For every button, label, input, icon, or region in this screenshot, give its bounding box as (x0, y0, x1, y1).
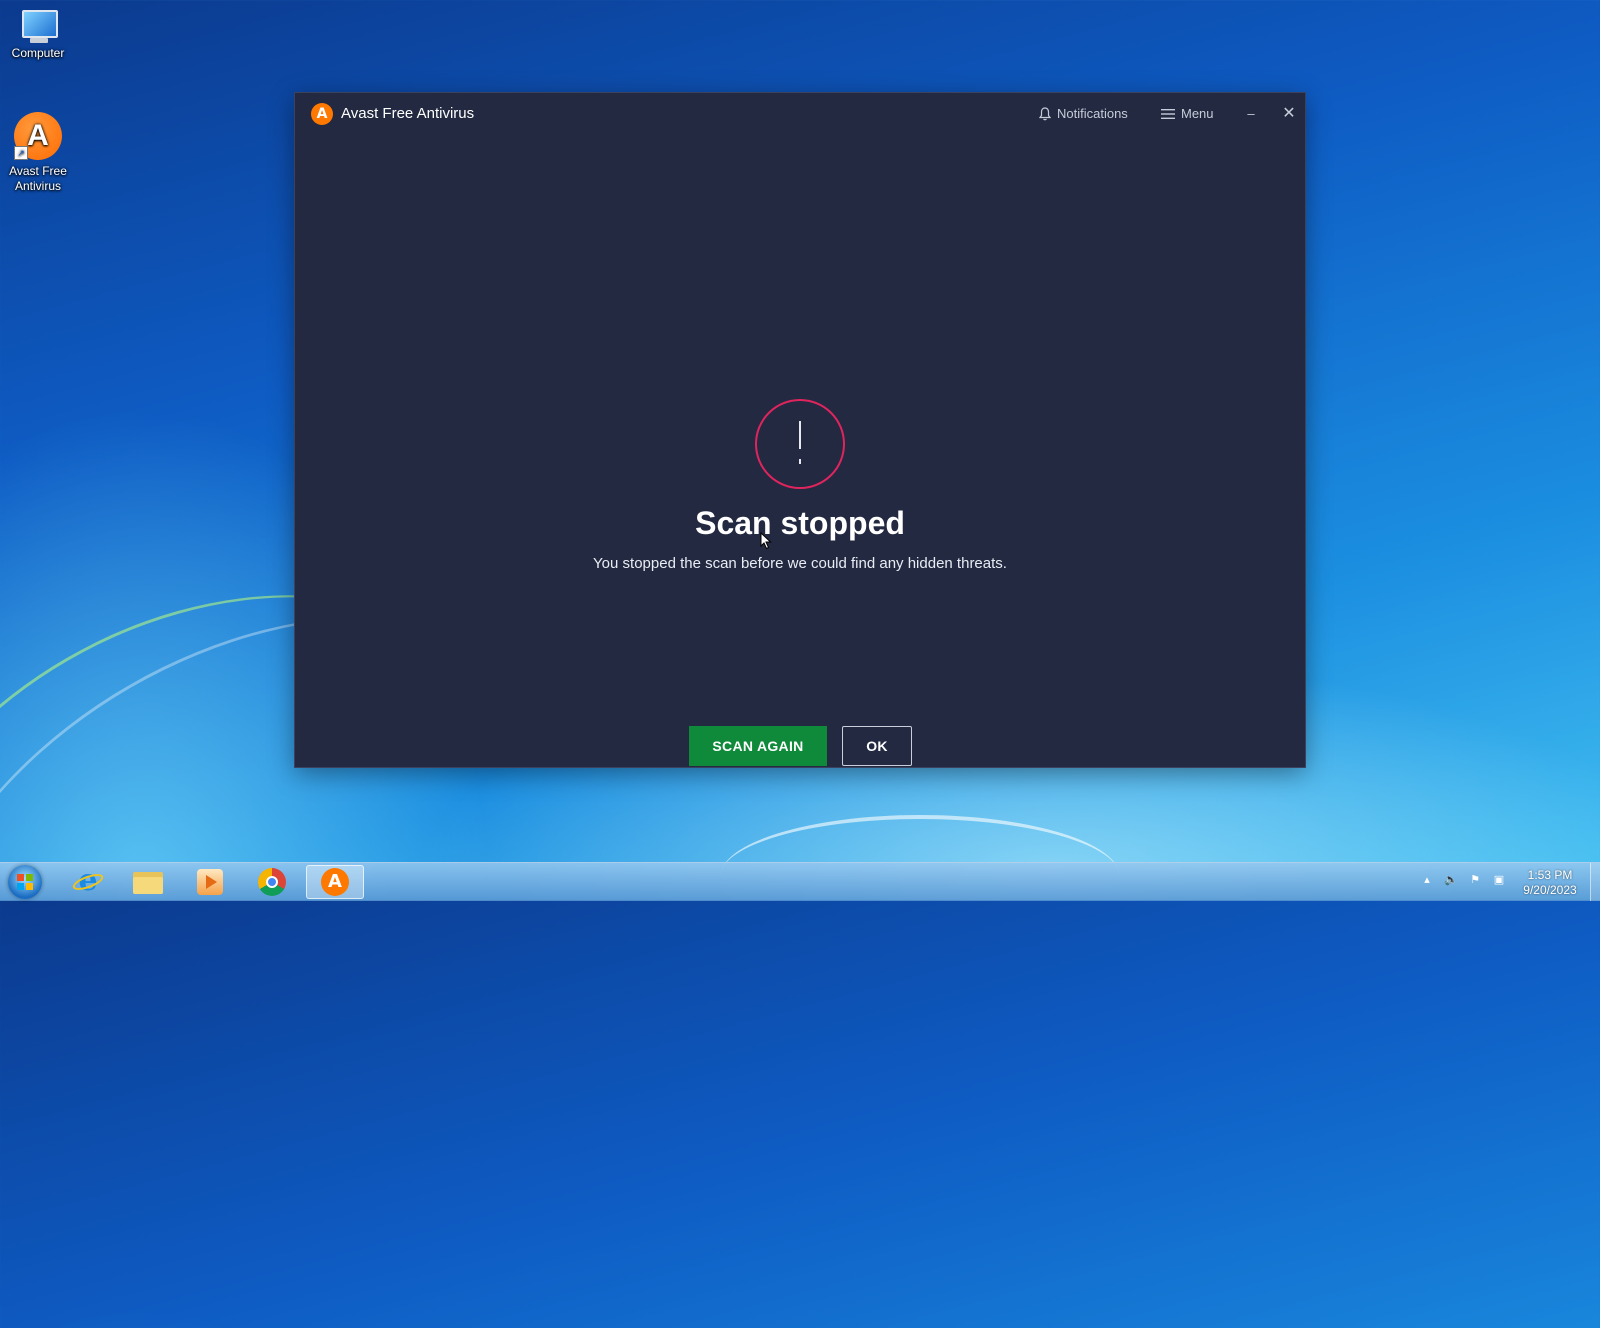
action-center-flag-icon[interactable]: ⚑ (1468, 873, 1482, 887)
minimize-icon: – (1247, 106, 1255, 121)
scan-result-panel: Scan stopped You stopped the scan before… (295, 133, 1305, 767)
chrome-icon (258, 868, 286, 896)
network-icon[interactable]: ▣ (1492, 873, 1506, 887)
bell-icon (1039, 107, 1051, 121)
result-message: You stopped the scan before we could fin… (593, 555, 1007, 572)
taskbar: e A ▴ 🔈 ⚑ ▣ 1:53 PM 9/20/2023 (0, 862, 1600, 901)
close-icon: ✕ (1282, 105, 1296, 122)
taskbar-media-player[interactable] (184, 865, 236, 899)
start-button[interactable] (8, 865, 42, 899)
avast-logo-icon: A (311, 103, 333, 125)
desktop-icon-label: Antivirus (14, 179, 61, 193)
desktop-icon-avast[interactable]: A ↗ Avast Free Antivirus (0, 112, 78, 194)
show-desktop-button[interactable] (1590, 863, 1600, 901)
media-player-icon (197, 869, 223, 895)
taskbar-internet-explorer[interactable]: e (62, 865, 114, 899)
close-button[interactable]: ✕ (1279, 103, 1299, 125)
shortcut-arrow-icon: ↗ (14, 146, 28, 160)
alert-circle-icon (755, 399, 845, 489)
internet-explorer-icon: e (70, 866, 106, 896)
taskbar-file-explorer[interactable] (122, 865, 174, 899)
scan-again-button[interactable]: SCAN AGAIN (689, 726, 827, 766)
desktop-icon-computer[interactable]: Computer (0, 8, 78, 61)
taskbar-clock[interactable]: 1:53 PM 9/20/2023 (1510, 868, 1590, 898)
computer-icon (16, 8, 60, 43)
file-explorer-icon (133, 870, 163, 894)
avast-icon: A (321, 868, 349, 896)
ok-button[interactable]: OK (842, 726, 912, 766)
hamburger-icon (1161, 108, 1175, 120)
window-titlebar[interactable]: A Avast Free Antivirus Notifications Men… (295, 93, 1305, 133)
window-title: Avast Free Antivirus (341, 105, 475, 122)
menu-label: Menu (1181, 106, 1214, 121)
volume-muted-icon[interactable]: 🔈 (1444, 873, 1458, 887)
page-title: Scan stopped (695, 505, 905, 541)
taskbar-chrome[interactable] (246, 865, 298, 899)
notifications-label: Notifications (1057, 106, 1128, 121)
taskbar-avast[interactable]: A (306, 865, 364, 899)
windows-logo-icon (17, 874, 33, 890)
minimize-button[interactable]: – (1241, 103, 1261, 125)
avast-icon: A ↗ (14, 112, 62, 160)
desktop-icon-label: Avast Free (9, 164, 67, 178)
menu-button[interactable]: Menu (1161, 103, 1214, 125)
avast-window: A Avast Free Antivirus Notifications Men… (295, 93, 1305, 767)
system-tray: ▴ 🔈 ⚑ ▣ (1420, 873, 1506, 887)
show-hidden-icons-icon[interactable]: ▴ (1420, 873, 1434, 887)
desktop-icon-label: Computer (11, 46, 65, 60)
clock-time: 1:53 PM (1527, 868, 1573, 882)
notifications-button[interactable]: Notifications (1039, 103, 1128, 125)
clock-date: 9/20/2023 (1523, 883, 1577, 897)
